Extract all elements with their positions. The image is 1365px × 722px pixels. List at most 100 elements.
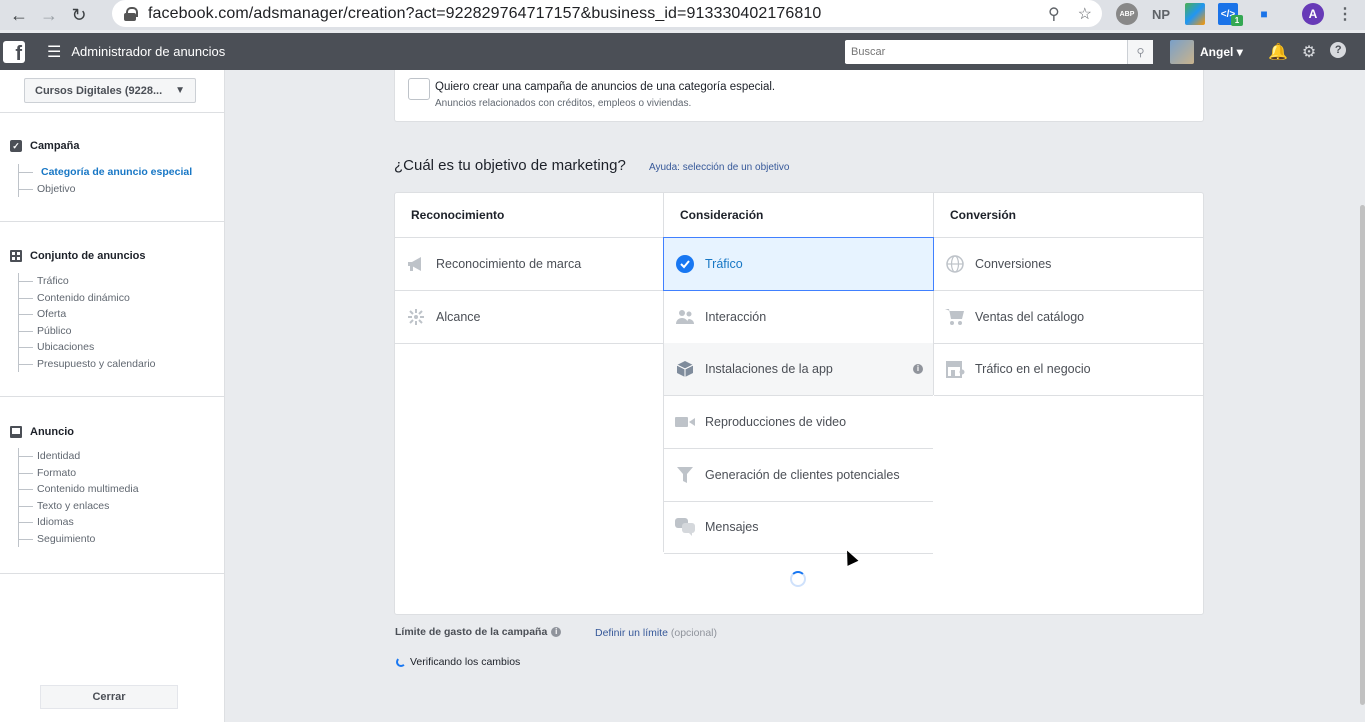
divider <box>0 573 225 574</box>
sidebar-item-dynamic-content[interactable]: Contenido dinámico <box>19 290 156 307</box>
info-icon[interactable]: i <box>551 627 562 637</box>
adblock-extension-icon[interactable]: ABP <box>1116 3 1138 25</box>
sidebar-item-format[interactable]: Formato <box>19 465 139 482</box>
objective-store-traffic[interactable]: Tráfico en el negocio <box>934 343 1204 396</box>
sidebar-item-text-links[interactable]: Texto y enlaces <box>19 498 139 515</box>
account-name: Cursos Digitales (9228... <box>35 84 163 97</box>
set-limit-area: Definir un límite (opcional) <box>595 627 717 639</box>
user-name: Angel <box>1200 45 1234 59</box>
sidebar-item-objective[interactable]: Objetivo <box>19 181 192 198</box>
sidebar-item-audience[interactable]: Público <box>19 323 156 340</box>
objective-app-installs[interactable]: Instalaciones de la app i <box>664 343 933 396</box>
square-extension-icon[interactable]: ■ <box>1257 3 1271 25</box>
forward-icon[interactable]: → <box>38 4 60 26</box>
megaphone-icon <box>406 254 426 274</box>
video-camera-icon <box>675 412 695 432</box>
map-extension-icon[interactable] <box>1185 3 1205 25</box>
objective-traffic[interactable]: Tráfico <box>663 237 934 291</box>
checkmark-circle-icon <box>675 254 695 274</box>
divider <box>0 221 225 222</box>
loading-spinner <box>790 571 806 587</box>
objective-catalog-sales[interactable]: Ventas del catálogo <box>934 291 1204 344</box>
column-header-conversion: Conversión <box>934 193 1204 238</box>
star-icon[interactable]: ☆ <box>1078 4 1092 24</box>
back-icon[interactable]: ← <box>8 4 30 26</box>
sidebar-item-special-category[interactable]: Categoría de anuncio especial <box>19 164 192 181</box>
objective-heading: ¿Cuál es tu objetivo de marketing? <box>394 157 626 174</box>
optional-label: (opcional) <box>670 627 717 639</box>
grid-icon <box>10 250 22 262</box>
shopping-cart-icon <box>945 307 965 327</box>
divider <box>0 396 225 397</box>
app-title[interactable]: Administrador de anuncios <box>71 44 225 59</box>
special-category-card: Quiero crear una campaña de anuncios de … <box>394 70 1204 122</box>
user-menu[interactable]: Angel ▾ <box>1200 45 1243 59</box>
objective-grid: Reconocimiento Consideración Conversión … <box>394 192 1204 615</box>
objective-engagement[interactable]: Interacción <box>664 291 933 344</box>
ad-icon <box>10 426 22 438</box>
facebook-logo-icon[interactable]: f <box>3 40 25 63</box>
search-box: ⚲ <box>845 40 1153 64</box>
adset-section-title[interactable]: Conjunto de anuncios <box>10 250 146 262</box>
people-icon <box>675 307 695 327</box>
store-icon <box>945 359 965 379</box>
search-icon[interactable]: ⚲ <box>1127 40 1153 64</box>
chat-bubbles-icon <box>675 517 695 537</box>
lock-icon <box>124 6 138 21</box>
spending-limit-label: Límite de gasto de la campaña i <box>395 626 562 638</box>
chevron-down-icon: ▾ <box>1236 45 1243 59</box>
page-scrollbar[interactable] <box>1360 205 1365 705</box>
np-extension-icon[interactable]: NP <box>1150 3 1172 25</box>
campaign-section-title[interactable]: ✓ Campaña <box>10 140 80 152</box>
special-category-checkbox[interactable] <box>408 78 430 100</box>
column-header-awareness: Reconocimiento <box>395 193 663 238</box>
extension-badge: 1 <box>1231 15 1243 26</box>
reach-icon <box>406 307 426 327</box>
funnel-icon <box>675 465 695 485</box>
hamburger-menu-icon[interactable]: ☰ <box>47 42 61 62</box>
objective-brand-awareness[interactable]: Reconocimiento de marca <box>395 238 663 291</box>
verifying-status: Verificando los cambios <box>396 656 520 668</box>
sidebar-item-budget-schedule[interactable]: Presupuesto y calendario <box>19 356 156 373</box>
reload-icon[interactable]: ↻ <box>68 4 90 26</box>
url-text[interactable]: facebook.com/adsmanager/creation?act=922… <box>148 5 821 23</box>
close-button[interactable]: Cerrar <box>40 685 178 709</box>
menu-dots-icon[interactable]: ⋮ <box>1337 3 1353 25</box>
sidebar-item-identity[interactable]: Identidad <box>19 448 139 465</box>
address-bar[interactable]: facebook.com/adsmanager/creation?act=922… <box>112 0 1102 27</box>
special-category-description: Anuncios relacionados con créditos, empl… <box>435 98 692 109</box>
user-avatar[interactable] <box>1170 40 1194 64</box>
objective-reach[interactable]: Alcance <box>395 291 663 344</box>
objective-video-views[interactable]: Reproducciones de video <box>664 396 933 449</box>
ads-manager-topbar: f ☰ Administrador de anuncios ⚲ Angel ▾ … <box>0 33 1365 70</box>
ad-section-title[interactable]: Anuncio <box>10 426 74 438</box>
box-icon <box>675 359 695 379</box>
objective-lead-generation[interactable]: Generación de clientes potenciales <box>664 449 933 502</box>
objective-messages[interactable]: Mensajes <box>664 501 933 554</box>
zoom-icon[interactable]: ⚲ <box>1048 4 1060 24</box>
special-category-label: Quiero crear una campaña de anuncios de … <box>435 81 776 93</box>
sidebar-item-placements[interactable]: Ubicaciones <box>19 339 156 356</box>
profile-avatar[interactable]: A <box>1302 3 1324 25</box>
sidebar-item-offer[interactable]: Oferta <box>19 306 156 323</box>
creation-sidebar: Cursos Digitales (9228... ▼ ✓ Campaña Ca… <box>0 70 225 722</box>
sidebar-item-languages[interactable]: Idiomas <box>19 514 139 531</box>
sidebar-item-traffic[interactable]: Tráfico <box>19 273 156 290</box>
set-limit-link[interactable]: Definir un límite <box>595 627 668 639</box>
sidebar-item-media[interactable]: Contenido multimedia <box>19 481 139 498</box>
ad-tree: Identidad Formato Contenido multimedia T… <box>18 448 139 547</box>
gear-icon[interactable]: ⚙ <box>1302 42 1316 62</box>
sidebar-item-tracking[interactable]: Seguimiento <box>19 531 139 548</box>
help-icon[interactable]: ? <box>1330 42 1347 58</box>
column-header-consideration: Consideración <box>664 193 933 238</box>
search-input[interactable] <box>845 41 1125 63</box>
objective-help-link[interactable]: Ayuda: selección de un objetivo <box>649 162 789 173</box>
caret-down-icon: ▼ <box>175 85 185 96</box>
notifications-bell-icon[interactable]: 🔔 <box>1268 42 1288 62</box>
info-icon[interactable]: i <box>913 364 923 374</box>
checkbox-checked-icon: ✓ <box>10 140 22 152</box>
objective-conversions[interactable]: Conversiones <box>934 238 1204 291</box>
account-selector[interactable]: Cursos Digitales (9228... ▼ <box>24 78 196 103</box>
adset-tree: Tráfico Contenido dinámico Oferta Públic… <box>18 273 156 372</box>
mini-spinner-icon <box>396 657 406 667</box>
